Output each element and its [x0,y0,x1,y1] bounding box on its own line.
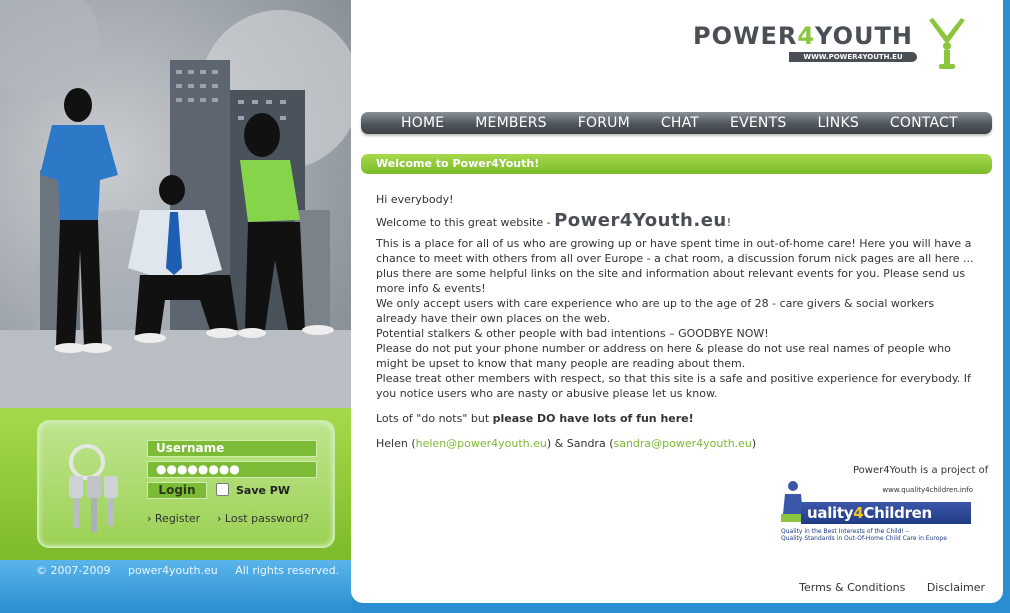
partner-name-a: uality [807,504,854,522]
partner-tagline: Quality in the Best Interests of the Chi… [781,528,947,542]
main-panel: POWER4YOUTH WWW.POWER4YOUTH.EU HOME MEMB… [351,0,1003,603]
city-people-illustration [0,0,352,408]
intro-suffix: ! [726,216,732,229]
username-field[interactable]: Username [147,440,317,457]
paragraph-3: Potential stalkers & other people with b… [376,327,769,340]
login-button[interactable]: Login [147,482,207,499]
site-name: power4youth.eu [127,564,218,577]
welcome-content: Hi everybody! Welcome to this great webs… [376,192,976,451]
main-nav: HOME MEMBERS FORUM CHAT EVENTS LINKS CON… [361,112,992,134]
login-panel: Username ●●●●●●●● Login Save PW › Regist… [37,420,335,548]
nav-chat[interactable]: CHAT [661,115,699,131]
sandra-email-link[interactable]: sandra@power4youth.eu [613,437,751,450]
keys-icon [69,444,118,532]
quality4children-logo[interactable]: www.quality4children.info uality4Childre… [779,478,975,544]
left-column: Username ●●●●●●●● Login Save PW › Regist… [0,0,352,613]
intro-brand: Power4Youth.eu [554,210,727,231]
partner-tagline-2: Quality Standards in Out-Of-Home Child C… [781,535,947,542]
welcome-heading: Welcome to Power4Youth! [361,154,992,174]
register-link[interactable]: › Register [147,512,200,525]
copyright-line: © 2007-2009 power4youth.eu All rights re… [36,564,353,577]
save-password-label: Save PW [236,484,291,497]
partner-tagline-1: Quality in the Best Interests of the Chi… [781,528,909,535]
nav-links[interactable]: LINKS [817,115,858,131]
jumping-figure-icon [929,18,965,69]
lost-password-label: Lost password? [224,512,310,525]
nav-home[interactable]: HOME [401,115,444,131]
logo-text: POWER4YOUTH [693,22,913,50]
paragraph-2: We only accept users with care experienc… [376,297,935,325]
fun-prefix: Lots of "do nots" but [376,412,493,425]
nav-members[interactable]: MEMBERS [475,115,546,131]
intro-prefix: Welcome to this great website - [376,216,555,229]
helen-email-link[interactable]: helen@power4youth.eu [416,437,547,450]
paragraph-5: Please treat other members with respect,… [376,372,971,400]
project-of-text: Power4Youth is a project of [853,465,989,476]
register-label: Register [154,512,201,525]
sig-end: ) [751,437,757,450]
disclaimer-link[interactable]: Disclaimer [927,581,985,594]
footer-links: Terms & Conditions Disclaimer [781,581,985,594]
intro-line: Welcome to this great website - Power4Yo… [376,210,976,231]
lost-password-link[interactable]: › Lost password? [217,512,309,525]
nav-contact[interactable]: CONTACT [890,115,958,131]
terms-link[interactable]: Terms & Conditions [799,581,905,594]
partner-name-c: Children [863,504,932,522]
signature-line: Helen (helen@power4youth.eu) & Sandra (s… [376,436,976,451]
fun-line: Lots of "do nots" but please DO have lot… [376,411,976,426]
partner-url: www.quality4children.info [882,486,973,494]
paragraph-4: Please do not put your phone number or a… [376,342,951,370]
copyright-text: © 2007-2009 [36,564,111,577]
nav-events[interactable]: EVENTS [730,115,786,131]
partner-name-b: 4 [853,504,864,522]
site-logo[interactable]: POWER4YOUTH WWW.POWER4YOUTH.EU [691,18,971,70]
fun-bold: please DO have lots of fun here! [492,412,694,425]
sig-helen: Helen ( [376,437,416,450]
partner-name: uality4Children [801,502,971,524]
greeting: Hi everybody! [376,193,454,206]
save-password-checkbox[interactable] [216,483,229,496]
logo-url: WWW.POWER4YOUTH.EU [789,52,917,62]
password-field[interactable]: ●●●●●●●● [147,461,317,478]
logo-part-youth: YOUTH [815,22,913,50]
nav-forum[interactable]: FORUM [578,115,630,131]
logo-part-power: POWER [693,22,798,50]
hero-illustration [0,0,352,408]
logo-part-four: 4 [797,22,816,50]
paragraph-1: This is a place for all of us who are gr… [376,237,974,295]
rights-text: All rights reserved. [235,564,340,577]
sig-sandra: ) & Sandra ( [546,437,614,450]
